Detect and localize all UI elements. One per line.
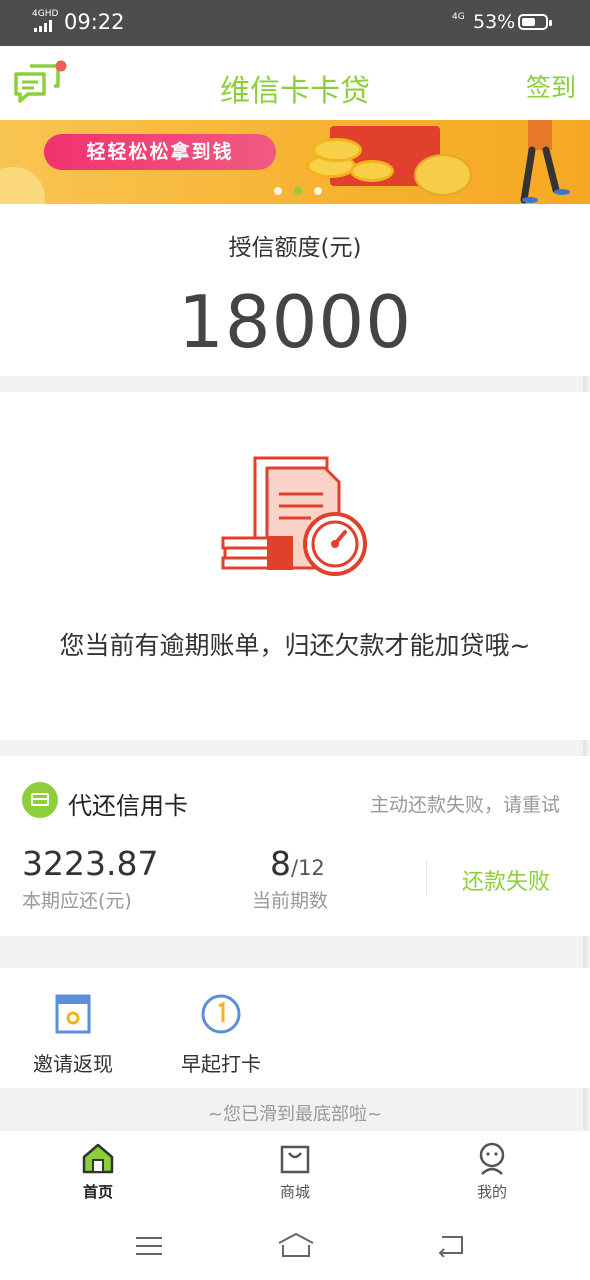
network-type-label: 4GHD — [32, 9, 59, 19]
clock: 09:22 — [64, 10, 125, 34]
battery-percent: 53% — [473, 11, 516, 33]
clock-badge-icon — [201, 994, 241, 1034]
piggy-bank-image — [414, 154, 472, 196]
carousel-dot-active — [294, 187, 302, 195]
promo-banner[interactable]: 轻轻松松拿到钱 — [0, 120, 590, 204]
coin-decoration — [0, 164, 48, 204]
credit-limit-amount: 18000 — [177, 280, 413, 364]
home-icon — [82, 1143, 114, 1174]
credit-card-icon — [22, 782, 58, 818]
carousel-indicator — [268, 180, 328, 199]
signal-icon — [34, 20, 52, 32]
early-checkin-button[interactable]: 早起打卡 — [166, 992, 276, 1077]
back-icon[interactable] — [434, 1233, 466, 1257]
loan-card[interactable]: 代还信用卡 主动还款失败，请重试 3223.87 本期应还(元) 8/12 当前… — [0, 756, 590, 936]
tab-mall-label: 商城 — [279, 1183, 310, 1201]
tab-profile[interactable]: 我的 — [452, 1141, 532, 1202]
credit-limit-label: 授信额度(元) — [228, 235, 362, 261]
overdue-message: 您当前有逾期账单，归还欠款才能加贷哦~ — [59, 631, 531, 660]
menu-icon[interactable] — [134, 1235, 164, 1257]
coin-stack-image — [312, 138, 362, 162]
end-of-list-note: ~您已滑到最底部啦~ — [207, 1104, 383, 1125]
early-checkin-label: 早起打卡 — [181, 1052, 261, 1076]
current-period: 8 — [270, 844, 291, 883]
period-value: 8/12 — [270, 844, 325, 883]
invite-cashback-label: 邀请返现 — [33, 1052, 113, 1076]
home-nav-icon[interactable] — [276, 1231, 316, 1259]
due-amount: 3223.87 — [22, 844, 159, 883]
repayment-status-button[interactable]: 还款失败 — [462, 864, 550, 896]
battery-icon — [518, 14, 552, 30]
person-icon — [479, 1142, 505, 1175]
system-navigation-bar — [0, 1215, 590, 1280]
period-label: 当前期数 — [252, 890, 329, 912]
banner-slogan: 轻轻松松拿到钱 — [44, 134, 276, 170]
shopping-bag-icon — [280, 1145, 310, 1174]
network-4g-label: 4G — [452, 12, 465, 22]
gift-box-icon — [55, 994, 91, 1034]
loan-title: 代还信用卡 — [68, 792, 188, 820]
carousel-dot — [274, 187, 282, 195]
invite-cashback-button[interactable]: 邀请返现 — [18, 992, 128, 1077]
quick-actions: 邀请返现 早起打卡 — [0, 968, 590, 1088]
carousel-dot — [314, 187, 322, 195]
person-illustration — [520, 120, 570, 204]
divider — [426, 860, 427, 896]
tab-profile-label: 我的 — [476, 1183, 507, 1201]
overdue-bill-icon — [221, 456, 367, 576]
signin-button[interactable]: 签到 — [526, 68, 576, 104]
due-amount-label: 本期应还(元) — [22, 890, 132, 912]
app-header: 维信卡卡贷 签到 — [0, 46, 590, 120]
total-periods: /12 — [291, 856, 325, 880]
tab-mall[interactable]: 商城 — [255, 1141, 335, 1202]
overdue-notice: 您当前有逾期账单，归还欠款才能加贷哦~ — [0, 392, 590, 740]
coin-stack-image — [350, 160, 394, 182]
status-bar: 4GHD 09:22 4G 53% — [0, 0, 590, 46]
tab-home[interactable]: 首页 — [58, 1141, 138, 1202]
tab-home-label: 首页 — [82, 1183, 113, 1201]
credit-limit-section: 授信额度(元) 18000 — [0, 204, 590, 376]
loan-hint: 主动还款失败，请重试 — [369, 794, 560, 816]
app-title: 维信卡卡贷 — [220, 74, 370, 109]
bottom-tab-bar: 首页 商城 我的 — [0, 1131, 590, 1215]
